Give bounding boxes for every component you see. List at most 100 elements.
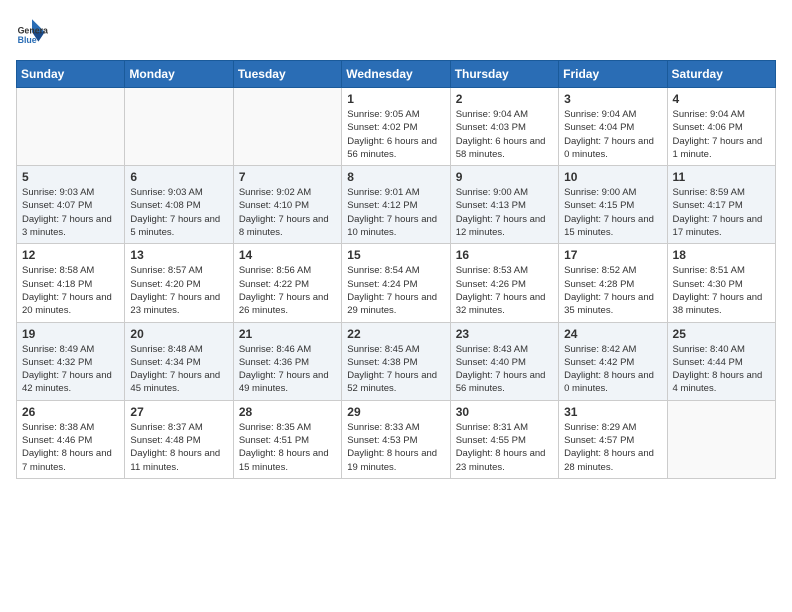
day-info: Sunrise: 8:42 AM Sunset: 4:42 PM Dayligh… [564,343,661,396]
dow-header: Thursday [450,61,558,88]
calendar-cell: 26 Sunrise: 8:38 AM Sunset: 4:46 PM Dayli… [17,400,125,478]
day-number: 19 [22,327,119,341]
day-number: 5 [22,170,119,184]
day-info: Sunrise: 8:54 AM Sunset: 4:24 PM Dayligh… [347,264,444,317]
day-info: Sunrise: 9:00 AM Sunset: 4:15 PM Dayligh… [564,186,661,239]
calendar-cell: 28 Sunrise: 8:35 AM Sunset: 4:51 PM Dayli… [233,400,341,478]
calendar-cell: 17Sunrise: 8:52 AM Sunset: 4:28 PM Dayli… [559,244,667,322]
day-number: 7 [239,170,336,184]
day-info: Sunrise: 8:56 AM Sunset: 4:22 PM Dayligh… [239,264,336,317]
day-info: Sunrise: 8:59 AM Sunset: 4:17 PM Dayligh… [673,186,770,239]
day-number: 12 [22,248,119,262]
day-number: 6 [130,170,227,184]
calendar-table: SundayMondayTuesdayWednesdayThursdayFrid… [16,60,776,479]
calendar-cell: 10 Sunrise: 9:00 AM Sunset: 4:15 PM Dayli… [559,166,667,244]
day-info: Sunrise: 9:04 AM Sunset: 4:06 PM Dayligh… [673,108,770,161]
day-info: Sunrise: 8:43 AM Sunset: 4:40 PM Dayligh… [456,343,553,396]
day-info: Sunrise: 8:58 AM Sunset: 4:18 PM Dayligh… [22,264,119,317]
calendar-cell: 16 Sunrise: 8:53 AM Sunset: 4:26 PM Dayli… [450,244,558,322]
dow-header: Tuesday [233,61,341,88]
calendar-cell: 11Sunrise: 8:59 AM Sunset: 4:17 PM Dayli… [667,166,775,244]
day-number: 4 [673,92,770,106]
day-number: 18 [673,248,770,262]
day-info: Sunrise: 8:33 AM Sunset: 4:53 PM Dayligh… [347,421,444,474]
day-number: 14 [239,248,336,262]
day-info: Sunrise: 8:31 AM Sunset: 4:55 PM Dayligh… [456,421,553,474]
calendar-cell: 31 Sunrise: 8:29 AM Sunset: 4:57 PM Dayli… [559,400,667,478]
calendar-cell: 25 Sunrise: 8:40 AM Sunset: 4:44 PM Dayli… [667,322,775,400]
day-info: Sunrise: 9:02 AM Sunset: 4:10 PM Dayligh… [239,186,336,239]
day-number: 9 [456,170,553,184]
calendar-cell: 4 Sunrise: 9:04 AM Sunset: 4:06 PM Daylig… [667,88,775,166]
day-number: 23 [456,327,553,341]
day-number: 10 [564,170,661,184]
days-of-week-row: SundayMondayTuesdayWednesdayThursdayFrid… [17,61,776,88]
day-info: Sunrise: 8:29 AM Sunset: 4:57 PM Dayligh… [564,421,661,474]
day-info: Sunrise: 8:52 AM Sunset: 4:28 PM Dayligh… [564,264,661,317]
calendar-week-row: 12 Sunrise: 8:58 AM Sunset: 4:18 PM Dayli… [17,244,776,322]
day-info: Sunrise: 9:03 AM Sunset: 4:07 PM Dayligh… [22,186,119,239]
calendar-cell: 18 Sunrise: 8:51 AM Sunset: 4:30 PM Dayli… [667,244,775,322]
day-number: 21 [239,327,336,341]
day-number: 22 [347,327,444,341]
calendar-cell: 29 Sunrise: 8:33 AM Sunset: 4:53 PM Dayli… [342,400,450,478]
day-info: Sunrise: 8:46 AM Sunset: 4:36 PM Dayligh… [239,343,336,396]
dow-header: Saturday [667,61,775,88]
day-number: 16 [456,248,553,262]
calendar-cell: 14 Sunrise: 8:56 AM Sunset: 4:22 PM Dayli… [233,244,341,322]
day-number: 30 [456,405,553,419]
dow-header: Wednesday [342,61,450,88]
day-info: Sunrise: 8:53 AM Sunset: 4:26 PM Dayligh… [456,264,553,317]
day-number: 31 [564,405,661,419]
day-number: 24 [564,327,661,341]
day-number: 20 [130,327,227,341]
dow-header: Monday [125,61,233,88]
logo-icon: General Blue [16,16,48,48]
calendar-week-row: 5 Sunrise: 9:03 AM Sunset: 4:07 PM Daylig… [17,166,776,244]
calendar-cell: 2Sunrise: 9:04 AM Sunset: 4:03 PM Daylig… [450,88,558,166]
day-info: Sunrise: 9:01 AM Sunset: 4:12 PM Dayligh… [347,186,444,239]
day-number: 28 [239,405,336,419]
day-number: 15 [347,248,444,262]
day-info: Sunrise: 8:57 AM Sunset: 4:20 PM Dayligh… [130,264,227,317]
calendar-cell: 27 Sunrise: 8:37 AM Sunset: 4:48 PM Dayli… [125,400,233,478]
calendar-week-row: 26 Sunrise: 8:38 AM Sunset: 4:46 PM Dayli… [17,400,776,478]
calendar-week-row: 19 Sunrise: 8:49 AM Sunset: 4:32 PM Dayli… [17,322,776,400]
calendar-cell: 7 Sunrise: 9:02 AM Sunset: 4:10 PM Daylig… [233,166,341,244]
day-number: 8 [347,170,444,184]
day-info: Sunrise: 8:38 AM Sunset: 4:46 PM Dayligh… [22,421,119,474]
calendar-cell: 9Sunrise: 9:00 AM Sunset: 4:13 PM Daylig… [450,166,558,244]
day-info: Sunrise: 9:03 AM Sunset: 4:08 PM Dayligh… [130,186,227,239]
day-number: 25 [673,327,770,341]
day-number: 29 [347,405,444,419]
day-info: Sunrise: 8:37 AM Sunset: 4:48 PM Dayligh… [130,421,227,474]
day-info: Sunrise: 8:51 AM Sunset: 4:30 PM Dayligh… [673,264,770,317]
day-info: Sunrise: 9:05 AM Sunset: 4:02 PM Dayligh… [347,108,444,161]
dow-header: Friday [559,61,667,88]
day-info: Sunrise: 8:40 AM Sunset: 4:44 PM Dayligh… [673,343,770,396]
calendar-week-row: 1Sunrise: 9:05 AM Sunset: 4:02 PM Daylig… [17,88,776,166]
calendar-cell: 30 Sunrise: 8:31 AM Sunset: 4:55 PM Dayli… [450,400,558,478]
calendar-cell: 5 Sunrise: 9:03 AM Sunset: 4:07 PM Daylig… [17,166,125,244]
svg-text:General: General [18,26,48,36]
calendar-cell: 3Sunrise: 9:04 AM Sunset: 4:04 PM Daylig… [559,88,667,166]
calendar-cell: 15 Sunrise: 8:54 AM Sunset: 4:24 PM Dayli… [342,244,450,322]
day-number: 27 [130,405,227,419]
calendar-cell: 24 Sunrise: 8:42 AM Sunset: 4:42 PM Dayli… [559,322,667,400]
calendar-cell: 21 Sunrise: 8:46 AM Sunset: 4:36 PM Dayli… [233,322,341,400]
calendar-cell: 22 Sunrise: 8:45 AM Sunset: 4:38 PM Dayli… [342,322,450,400]
day-number: 26 [22,405,119,419]
day-info: Sunrise: 8:49 AM Sunset: 4:32 PM Dayligh… [22,343,119,396]
day-info: Sunrise: 8:48 AM Sunset: 4:34 PM Dayligh… [130,343,227,396]
dow-header: Sunday [17,61,125,88]
calendar-cell: 13 Sunrise: 8:57 AM Sunset: 4:20 PM Dayli… [125,244,233,322]
day-info: Sunrise: 8:45 AM Sunset: 4:38 PM Dayligh… [347,343,444,396]
calendar-cell: 20 Sunrise: 8:48 AM Sunset: 4:34 PM Dayli… [125,322,233,400]
calendar-cell: 6 Sunrise: 9:03 AM Sunset: 4:08 PM Daylig… [125,166,233,244]
page-header: General Blue [16,16,776,48]
calendar-cell: 1Sunrise: 9:05 AM Sunset: 4:02 PM Daylig… [342,88,450,166]
calendar-cell [125,88,233,166]
calendar-cell: 8 Sunrise: 9:01 AM Sunset: 4:12 PM Daylig… [342,166,450,244]
day-number: 13 [130,248,227,262]
day-info: Sunrise: 8:35 AM Sunset: 4:51 PM Dayligh… [239,421,336,474]
